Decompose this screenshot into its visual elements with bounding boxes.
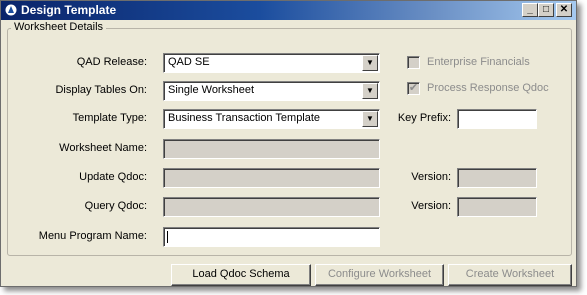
configure-worksheet-button[interactable]: Configure Worksheet [315, 264, 444, 286]
text-caret [167, 231, 168, 243]
load-qdoc-schema-button[interactable]: Load Qdoc Schema [171, 264, 311, 286]
qad-release-value: QAD SE [168, 56, 210, 68]
chevron-down-icon[interactable]: ▼ [362, 83, 378, 99]
app-icon [5, 4, 17, 16]
minimize-button[interactable]: _ [522, 3, 538, 17]
display-tables-on-label: Display Tables On: [55, 84, 147, 96]
maximize-button[interactable]: □ [538, 3, 554, 17]
window-title: Design Template [21, 3, 117, 17]
worksheet-details-label: Worksheet Details [11, 21, 107, 33]
worksheet-name-field [163, 139, 380, 159]
process-response-qdoc-checkbox[interactable]: ✔ [407, 82, 420, 95]
worksheet-name-label: Worksheet Name: [59, 142, 147, 154]
update-qdoc-field [163, 168, 380, 188]
qad-release-dropdown[interactable]: QAD SE ▼ [163, 53, 380, 73]
display-tables-on-value: Single Worksheet [168, 84, 255, 96]
enterprise-financials-checkbox[interactable] [407, 56, 420, 69]
update-qdoc-label: Update Qdoc: [79, 171, 147, 183]
menu-program-name-label: Menu Program Name: [38, 230, 147, 242]
close-button[interactable]: ✕ [556, 3, 572, 17]
checkmark-icon: ✔ [408, 82, 419, 94]
update-version-field [457, 168, 537, 188]
design-template-window: Design Template _ □ ✕ Worksheet Details … [0, 0, 577, 287]
query-qdoc-label: Query Qdoc: [84, 200, 147, 212]
chevron-down-icon[interactable]: ▼ [362, 55, 378, 71]
template-type-dropdown[interactable]: Business Transaction Template ▼ [163, 109, 380, 129]
qad-release-label: QAD Release: [76, 56, 147, 68]
update-version-label: Version: [411, 171, 451, 183]
query-qdoc-field [163, 197, 380, 217]
enterprise-financials-label: Enterprise Financials [427, 56, 530, 68]
process-response-qdoc-label: Process Response Qdoc [427, 82, 549, 94]
create-worksheet-button[interactable]: Create Worksheet [448, 264, 572, 286]
title-bar[interactable]: Design Template _ □ ✕ [1, 1, 576, 20]
template-type-label: Template Type: [72, 112, 147, 124]
chevron-down-icon[interactable]: ▼ [362, 111, 378, 127]
menu-program-name-input[interactable] [163, 227, 380, 247]
template-type-value: Business Transaction Template [168, 112, 321, 124]
key-prefix-label: Key Prefix: [397, 112, 451, 124]
display-tables-on-dropdown[interactable]: Single Worksheet ▼ [163, 81, 380, 101]
query-version-label: Version: [411, 200, 451, 212]
query-version-field [457, 197, 537, 217]
key-prefix-input[interactable] [457, 109, 537, 129]
